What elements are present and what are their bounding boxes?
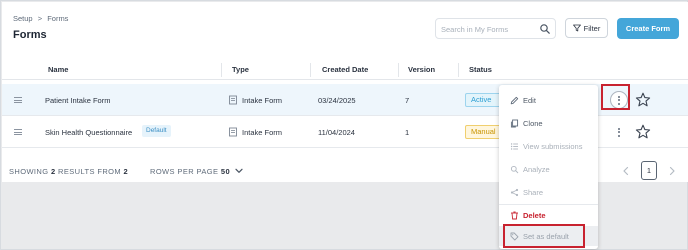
breadcrumb-setup-link[interactable]: Setup	[13, 14, 33, 23]
column-divider	[458, 63, 459, 77]
analyze-icon	[510, 165, 519, 173]
chevron-left-icon[interactable]	[619, 164, 633, 178]
breadcrumb: Setup > Forms	[13, 14, 68, 23]
kebab-dot	[618, 134, 620, 137]
drag-handle-icon[interactable]	[14, 97, 22, 103]
results-shown-count: 2	[50, 167, 56, 176]
filter-button[interactable]: Filter	[565, 18, 608, 38]
results-from-label: RESULTS FROM	[58, 167, 122, 176]
column-header-name[interactable]: Name	[48, 65, 68, 74]
search-input[interactable]	[441, 22, 533, 36]
column-header-created-date[interactable]: Created Date	[322, 65, 368, 74]
results-total: 2	[123, 167, 129, 176]
menu-item-label: View submissions	[523, 141, 583, 151]
column-divider	[398, 63, 399, 77]
copy-icon	[510, 119, 519, 127]
current-page-button[interactable]: 1	[641, 161, 657, 180]
form-type: Intake Form	[242, 96, 283, 105]
column-header-version[interactable]: Version	[408, 65, 435, 74]
created-date: 03/24/2025	[318, 96, 356, 105]
results-summary: SHOWING 2 RESULTS FROM 2	[9, 167, 128, 176]
default-badge: Default	[142, 125, 171, 137]
column-header-type[interactable]: Type	[232, 65, 249, 74]
menu-item-analyze[interactable]: Analyze	[499, 159, 598, 179]
favorite-star-icon[interactable]	[635, 92, 651, 108]
share-icon	[510, 188, 519, 196]
list-icon	[510, 142, 518, 150]
kebab-dot	[618, 131, 620, 133]
menu-item-delete[interactable]: Delete	[499, 205, 598, 225]
create-form-button[interactable]: Create Form	[617, 18, 679, 39]
chevron-down-icon[interactable]	[235, 168, 243, 174]
created-date: 11/04/2024	[318, 128, 355, 137]
table-header: Name Type Created Date Version Status	[2, 60, 688, 80]
column-divider	[221, 63, 222, 77]
form-version: 7	[405, 96, 410, 105]
kebab-dot	[618, 127, 620, 130]
menu-item-view-submissions[interactable]: View submissions	[499, 136, 598, 156]
set-default-highlight-box	[503, 224, 585, 248]
column-divider	[310, 63, 311, 77]
form-version: 1	[405, 128, 410, 137]
search-icon[interactable]	[539, 23, 551, 35]
page-title: Forms	[13, 29, 47, 41]
form-name[interactable]: Skin Health Questionnaire	[45, 128, 132, 137]
column-header-status[interactable]: Status	[469, 65, 492, 74]
menu-item-share[interactable]: Share	[499, 182, 598, 202]
form-type-icon	[229, 127, 237, 137]
menu-item-label: Clone	[523, 118, 543, 128]
kebab-highlight-box	[601, 84, 630, 110]
trash-icon	[511, 211, 518, 219]
menu-item-label: Edit	[523, 95, 536, 105]
search-field[interactable]	[435, 18, 556, 39]
page-header: Setup > Forms Forms Filter Create Form	[2, 2, 688, 50]
form-type: Intake Form	[242, 128, 283, 137]
rows-per-page-value[interactable]: 50	[221, 167, 230, 176]
results-showing-label: SHOWING	[9, 167, 49, 176]
filter-icon	[572, 24, 581, 32]
form-name[interactable]: Patient Intake Form	[45, 96, 110, 105]
menu-item-edit[interactable]: Edit	[499, 90, 598, 110]
chevron-right-icon[interactable]	[665, 164, 679, 178]
menu-item-label: Delete	[523, 210, 546, 220]
breadcrumb-current: Forms	[47, 14, 69, 23]
rows-per-page-label: ROWS PER PAGE	[150, 167, 219, 176]
menu-item-label: Analyze	[523, 164, 550, 174]
menu-item-label: Share	[523, 187, 544, 197]
row-actions-kebab-button[interactable]	[610, 123, 628, 141]
form-type-icon	[229, 95, 237, 105]
drag-handle-icon[interactable]	[14, 129, 22, 135]
breadcrumb-separator: >	[37, 14, 43, 23]
pencil-icon	[510, 96, 519, 104]
filter-label: Filter	[583, 23, 601, 33]
menu-item-clone[interactable]: Clone	[499, 113, 598, 133]
favorite-star-icon[interactable]	[635, 124, 651, 140]
rows-per-page-selector[interactable]: ROWS PER PAGE 50	[150, 167, 230, 176]
